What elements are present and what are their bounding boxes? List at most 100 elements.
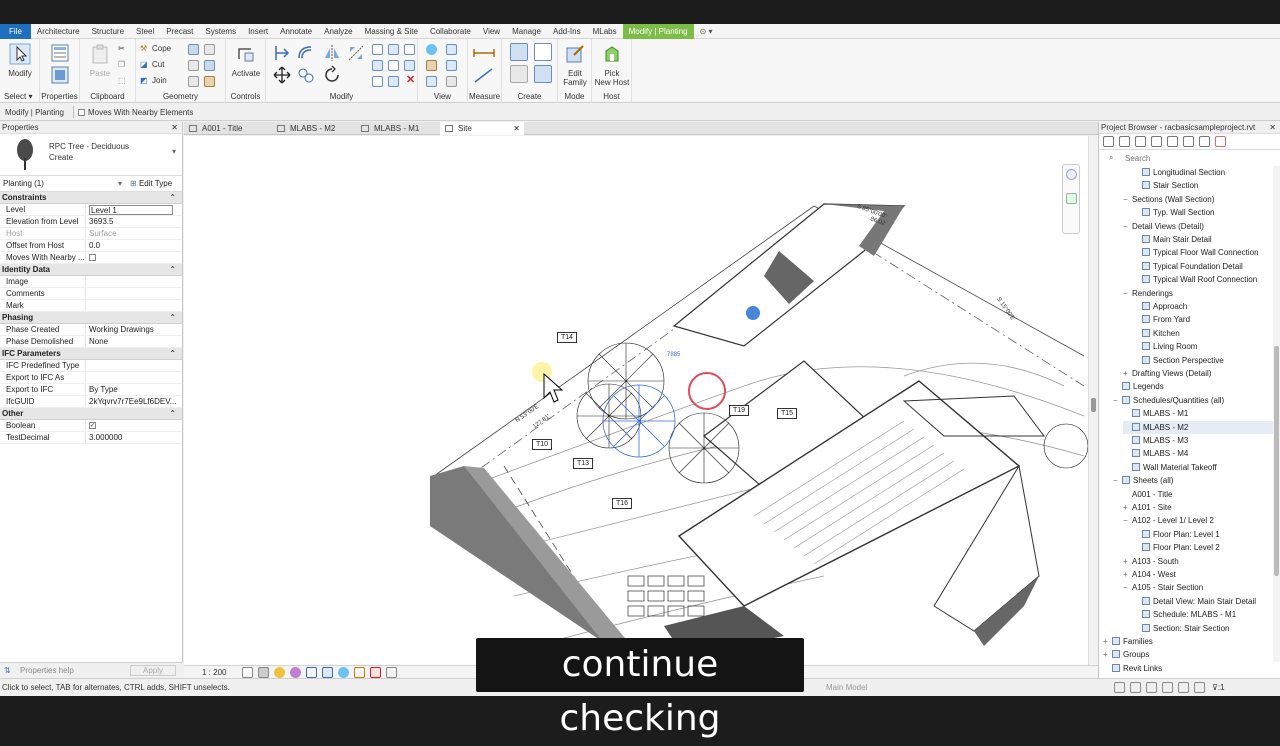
browser-node[interactable]: Floor Plan: Level 2 [1133, 541, 1273, 554]
edit-type-button[interactable]: ⊞ Edit Type [130, 176, 172, 192]
properties-icon[interactable] [50, 43, 70, 63]
create-assembly-icon[interactable] [510, 43, 528, 61]
menu-tab-annotate[interactable]: Annotate [274, 24, 318, 39]
drawing-area[interactable]: T14 T10 T13 T16 T15 T19 7885 S 85°00'00" 86.02' S… [184, 136, 1088, 677]
override-graphics-icon[interactable] [446, 60, 457, 71]
browser-node[interactable]: Typical Wall Roof Connection [1133, 273, 1273, 286]
browser-families-icon[interactable] [1167, 136, 1178, 147]
browser-sheets-icon[interactable] [1151, 136, 1162, 147]
view-tab[interactable]: MLABS - M1 [356, 122, 438, 135]
filter-view-icon[interactable] [426, 76, 437, 87]
browser-node[interactable]: Schedule: MLABS - M1 [1133, 608, 1273, 621]
browser-node[interactable]: − A102 - Level 1/ Level 2 [1123, 514, 1273, 527]
view-scale[interactable]: 1 : 200 [202, 668, 226, 677]
paste-button[interactable]: Paste [82, 43, 118, 78]
browser-scrollbar[interactable] [1273, 166, 1280, 662]
menu-tab-collaborate[interactable]: Collaborate [424, 24, 477, 39]
menu-tab-structure[interactable]: Structure [86, 24, 130, 39]
tree-tag[interactable]: T14 [557, 332, 578, 343]
highlight-displacement-icon[interactable] [386, 667, 397, 678]
moves-with-nearby-checkbox[interactable] [78, 108, 85, 116]
view-tab[interactable]: MLABS - M2 [272, 122, 354, 135]
browser-unlink-icon[interactable] [1215, 136, 1226, 147]
split-element-icon[interactable] [372, 44, 383, 55]
reveal-hidden-icon[interactable] [354, 667, 365, 678]
expand-icon[interactable]: + [1123, 501, 1132, 514]
browser-node[interactable]: Floor Plan: Level 1 [1133, 528, 1273, 541]
tab-close-icon[interactable]: ✕ [513, 122, 520, 135]
select-links-icon[interactable] [1146, 682, 1157, 693]
property-value[interactable]: By Type [86, 384, 182, 395]
expand-icon[interactable]: + [1123, 555, 1132, 568]
tree-tag[interactable]: T15 [777, 408, 798, 419]
browser-node[interactable]: Main Stair Detail [1133, 233, 1273, 246]
crop-view-icon[interactable] [306, 667, 317, 678]
temporary-isolate-icon[interactable] [338, 667, 349, 678]
create-group-icon[interactable] [510, 65, 528, 83]
browser-node[interactable]: Detail View: Main Stair Detail [1133, 595, 1273, 608]
browser-node[interactable]: Section Perspective [1133, 354, 1273, 367]
tree-tag[interactable]: T19 [729, 405, 750, 416]
collapse-icon[interactable]: − [1123, 287, 1132, 300]
show-crop-icon[interactable] [322, 667, 333, 678]
collapse-icon[interactable]: − [1113, 474, 1122, 487]
browser-node[interactable]: Kitchen [1133, 327, 1273, 340]
shadows-icon[interactable] [290, 667, 301, 678]
property-value[interactable]: 2kYqvrv7r7Ee9Lf6DEV... [86, 396, 182, 407]
create-similar-icon[interactable] [534, 65, 552, 83]
close-icon[interactable]: ✕ [171, 122, 178, 134]
expand-icon[interactable]: + [1103, 635, 1112, 648]
demolish-icon[interactable] [204, 60, 215, 71]
browser-node[interactable]: Wall Material Takeoff [1123, 461, 1273, 474]
browser-node[interactable]: − Renderings [1123, 287, 1273, 300]
collapse-icon[interactable]: ⌃ [169, 348, 176, 360]
browser-node[interactable]: + Groups [1103, 648, 1273, 661]
browser-groups-icon[interactable] [1183, 136, 1194, 147]
menu-tab-view[interactable]: View [477, 24, 506, 39]
collapse-icon[interactable]: − [1123, 514, 1132, 527]
browser-node[interactable]: Approach [1133, 300, 1273, 313]
property-value[interactable] [86, 360, 182, 371]
match-properties-icon[interactable]: ⬚ [118, 76, 126, 85]
cut-button[interactable]: Cut [152, 60, 164, 69]
measure-icon[interactable] [472, 43, 496, 63]
trim-icon[interactable] [388, 44, 399, 55]
collapse-icon[interactable]: − [1123, 220, 1132, 233]
temporary-hide-icon[interactable] [446, 76, 457, 87]
collapse-icon[interactable]: − [1113, 394, 1122, 407]
type-selector[interactable]: RPC Tree - Deciduous Create ▾ [0, 134, 182, 176]
collapse-icon[interactable]: ⌃ [169, 192, 176, 204]
browser-node[interactable]: MLABS - M3 [1123, 434, 1273, 447]
rotate-icon[interactable] [322, 65, 342, 85]
copy-icon[interactable]: ❐ [118, 60, 125, 69]
browser-home-icon[interactable] [1103, 136, 1114, 147]
browser-schedules-icon[interactable] [1135, 136, 1146, 147]
instance-filter[interactable]: Planting (1) ▾ ⊞ Edit Type [0, 176, 182, 192]
property-category[interactable]: Identity Data ⌃ [0, 264, 182, 276]
unpin-icon[interactable] [404, 60, 415, 71]
properties-help-link[interactable]: Properties help [20, 666, 74, 675]
drag-elements-icon[interactable] [1194, 682, 1205, 693]
menu-tab-massing-site[interactable]: Massing & Site [359, 24, 424, 39]
browser-node[interactable]: + Families [1103, 635, 1273, 648]
design-options-icon[interactable] [1130, 682, 1141, 693]
browser-node[interactable]: MLABS - M2 [1123, 420, 1273, 434]
browser-scroll-thumb[interactable] [1274, 346, 1279, 576]
search-input[interactable] [1125, 153, 1273, 164]
browser-node[interactable]: Stair Section [1133, 179, 1273, 192]
copy-element-icon[interactable] [296, 65, 316, 85]
property-category[interactable]: IFC Parameters ⌃ [0, 348, 182, 360]
split-face-icon[interactable] [188, 44, 199, 55]
wall-joins-icon[interactable] [188, 60, 199, 71]
browser-node[interactable]: Typ. Wall Section [1133, 206, 1273, 219]
tree-tag[interactable]: T13 [573, 458, 594, 469]
menu-tab-systems[interactable]: Systems [199, 24, 242, 39]
view-tab[interactable]: A001 - Title [184, 122, 270, 135]
level-input[interactable]: Level 1 [89, 205, 173, 215]
property-value[interactable]: Level 1 [86, 204, 182, 215]
pick-new-host-button[interactable]: Pick New Host [592, 43, 632, 87]
scale-icon[interactable] [388, 60, 399, 71]
property-value[interactable] [86, 252, 182, 263]
collapse-icon[interactable]: ⌃ [169, 312, 176, 324]
property-category[interactable]: Constraints ⌃ [0, 192, 182, 204]
